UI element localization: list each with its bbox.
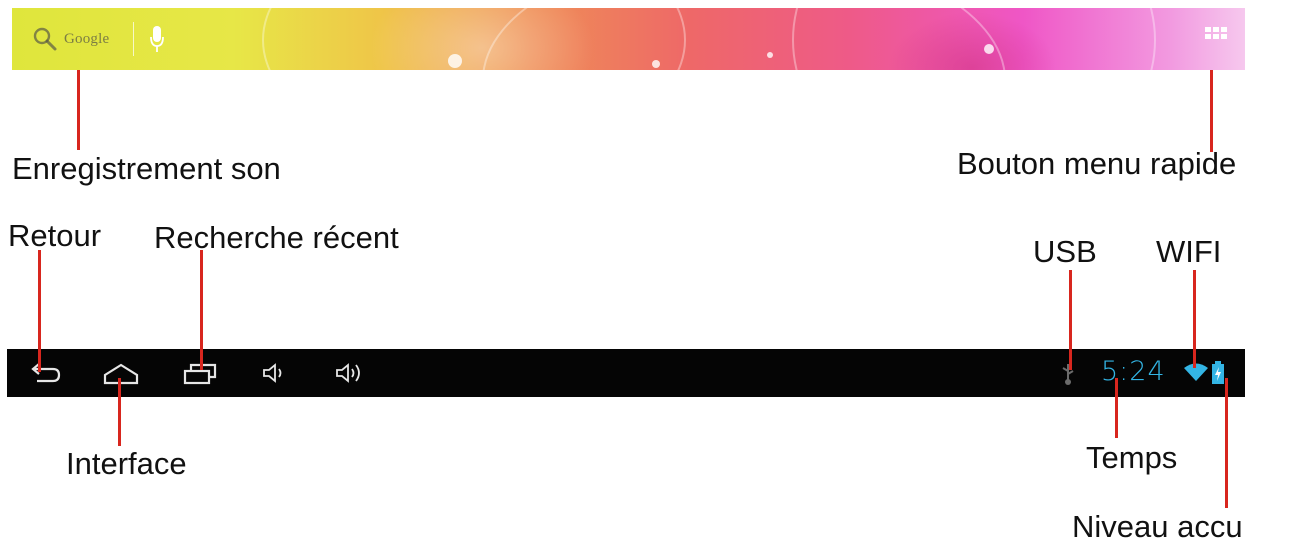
wallpaper-dot (448, 54, 462, 68)
wallpaper-swirl (792, 8, 1156, 70)
leader-line-voice-search (77, 70, 80, 150)
google-search-label[interactable]: Google (64, 31, 109, 48)
leader-line-wifi (1193, 270, 1196, 368)
battery-charging-icon (1212, 361, 1224, 385)
callout-home: Interface (66, 446, 187, 481)
search-icon[interactable] (32, 26, 58, 52)
callout-wifi: WIFI (1156, 234, 1222, 269)
leader-line-time (1115, 378, 1118, 438)
wifi-icon (1183, 362, 1209, 382)
mic-icon[interactable] (150, 25, 165, 53)
google-search-widget[interactable]: Google (32, 22, 165, 56)
search-divider (133, 22, 135, 56)
back-icon[interactable] (27, 359, 63, 387)
callout-voice-search: Enregistrement son (12, 151, 281, 186)
wallpaper-dot (652, 60, 660, 68)
callout-recent: Recherche récent (154, 220, 399, 255)
leader-line-quick-menu (1210, 70, 1213, 152)
callout-usb: USB (1033, 234, 1097, 269)
home-icon[interactable] (101, 359, 141, 387)
leader-line-usb (1069, 270, 1072, 370)
apps-grid-icon[interactable] (1205, 27, 1227, 45)
callout-battery: Niveau accu (1072, 509, 1243, 544)
status-time: 5:24 (1101, 356, 1166, 387)
leader-line-back (38, 250, 41, 372)
usb-icon (1061, 362, 1075, 386)
callout-time: Temps (1086, 440, 1178, 475)
leader-line-home (118, 378, 121, 446)
system-navigation-bar: 5:24 (7, 349, 1245, 397)
search-bar-strip: Google (12, 8, 1245, 70)
callout-quick-menu: Bouton menu rapide (957, 146, 1237, 181)
volume-up-icon[interactable] (334, 359, 368, 387)
leader-line-battery (1225, 378, 1228, 508)
volume-down-icon[interactable] (261, 359, 291, 387)
wallpaper-dot (767, 52, 773, 58)
callout-back: Retour (8, 218, 102, 253)
leader-line-recent (200, 250, 203, 370)
wallpaper-dot (984, 44, 994, 54)
